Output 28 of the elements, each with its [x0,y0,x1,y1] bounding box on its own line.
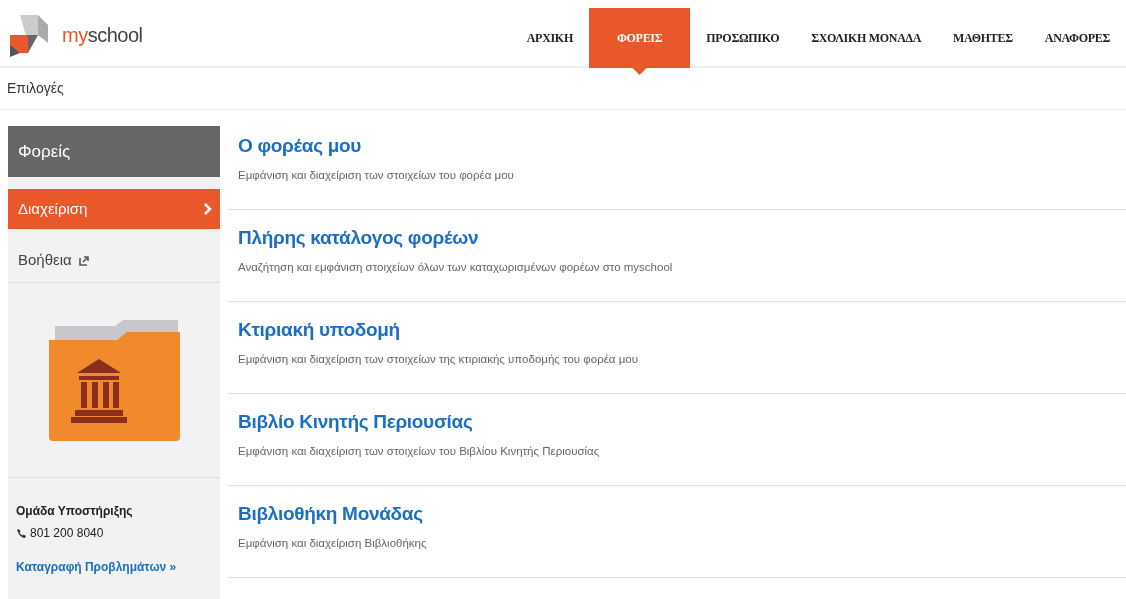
sidebar-item[interactable]: Διαχείριση [8,189,220,229]
breadcrumb-text: Επιλογές [7,79,64,98]
option-description: Αναζήτηση και εμφάνιση στοιχείων όλων των καταχωρισμένων φορέων στο myschool [238,259,674,275]
option-link[interactable]: Βιβλιοθήκη Μονάδας [238,500,423,529]
support-title: Ομάδα Υποστήριξης [16,503,134,520]
option-description: Εμφάνιση και διαχείριση των στοιχείων του Βιβλίου Κινητής Περιουσίας [238,443,601,459]
logo-text[interactable]: myschool [62,20,143,50]
report-link[interactable]: Καταγραφή Προβλημάτων » [16,558,177,576]
nav-tab[interactable]: ΑΝΑΦΟΡΕΣ [1028,8,1126,75]
option-description: Εμφάνιση και διαχείριση των στοιχείων της κτιριακής υποδομής του φορέα μου [238,351,639,367]
sidebar-item[interactable]: Βοήθεια [8,239,220,282]
phone-number: 801 200 8040 [30,525,104,542]
option-link[interactable]: Κτιριακή υποδομή [238,316,400,345]
external-link-icon [78,255,89,266]
option-link[interactable]: Ο φορέας μου [238,132,362,161]
option-link[interactable]: Πλήρης κατάλογος φορέων [238,224,479,253]
nav-tab[interactable]: ΠΡΟΣΩΠΙΚΟ [690,8,796,75]
option-description: Εμφάνιση και διαχείριση των στοιχείων του φορέα μου [238,167,515,183]
nav-tab[interactable]: ΜΑΘΗΤΕΣ [937,8,1029,75]
nav-tab[interactable]: ΣΧΟΛΙΚΗ ΜΟΝΑΔΑ [795,8,938,75]
option-link[interactable]: Βιβλίο Κινητής Περιουσίας [238,408,473,437]
option-description: Εμφάνιση και διαχείριση Βιβλιοθήκης [238,535,428,551]
chevron-icon [204,203,212,215]
nav-tab[interactable]: ΑΡΧΙΚΗ [510,8,589,75]
folder-icon [46,317,182,443]
sidebar-title: Φορείς [8,126,220,177]
nav-tab[interactable]: ΦΟΡΕΙΣ [588,8,691,75]
phone-icon [16,528,26,538]
